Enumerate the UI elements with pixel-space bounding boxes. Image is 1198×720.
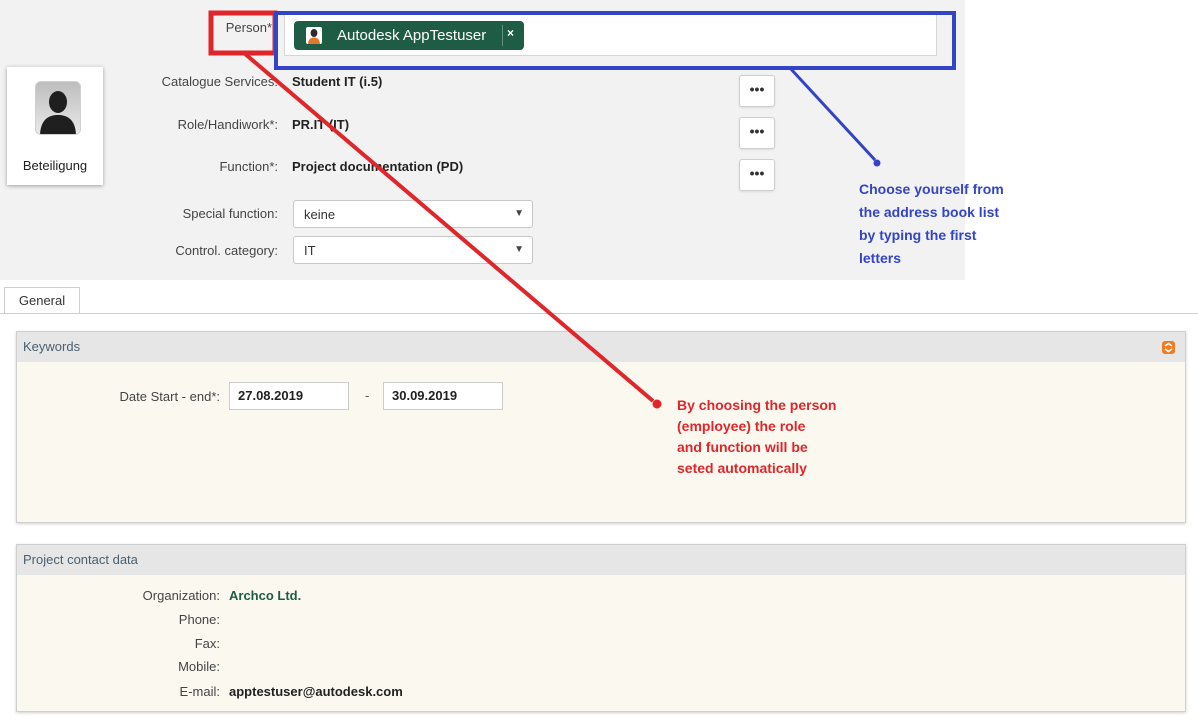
person-highlight-box xyxy=(208,10,278,56)
red-arrow-line xyxy=(242,51,655,403)
blue-arrow-line xyxy=(788,66,877,162)
annotation-overlay xyxy=(208,10,956,409)
blue-annotation-note: Choose yourself from the address book li… xyxy=(859,181,1004,266)
person-field-highlight-box xyxy=(274,11,956,70)
red-annotation-note: By choosing the person (employee) the ro… xyxy=(677,397,837,476)
red-arrow-tip xyxy=(652,399,662,409)
blue-arrow-tip xyxy=(873,159,881,167)
